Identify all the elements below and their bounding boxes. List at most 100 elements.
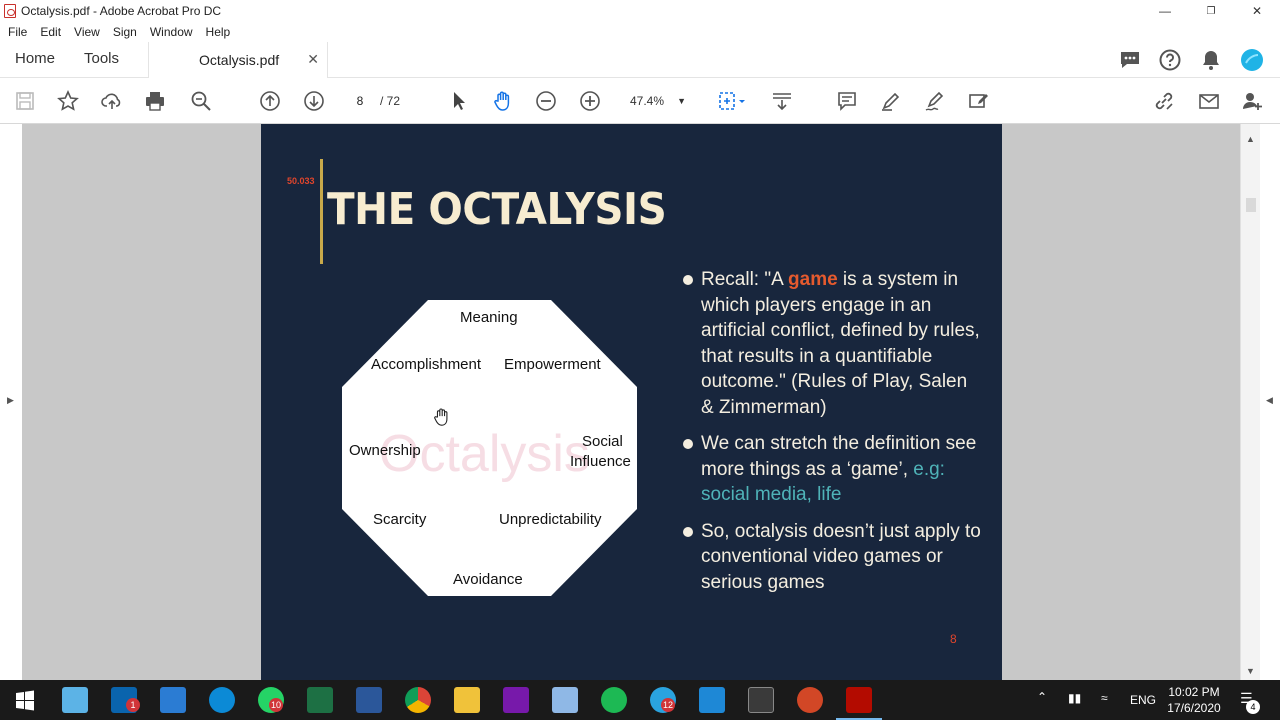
magnifier-icon bbox=[191, 91, 211, 111]
photos-app-icon[interactable] bbox=[62, 687, 88, 713]
tab-tools[interactable]: Tools bbox=[84, 50, 119, 67]
unity-icon[interactable] bbox=[748, 687, 774, 713]
document-viewer[interactable]: ▶ 50.033 THE OCTALYSIS Octalysis Meaning… bbox=[0, 124, 1280, 680]
signature-pen-icon bbox=[925, 91, 944, 111]
upload-button[interactable] bbox=[99, 88, 125, 114]
tray-chevron-up-icon[interactable]: ⌃ bbox=[1037, 690, 1047, 704]
zoom-out-button[interactable] bbox=[533, 88, 559, 114]
minus-circle-icon bbox=[536, 91, 556, 111]
add-user-button[interactable] bbox=[1239, 88, 1265, 114]
window-title: Octalysis.pdf - Adobe Acrobat Pro DC bbox=[21, 4, 222, 18]
print-button[interactable] bbox=[142, 88, 168, 114]
menu-sign[interactable]: Sign bbox=[113, 25, 137, 39]
fill-sign-button[interactable] bbox=[966, 88, 992, 114]
menu-edit[interactable]: Edit bbox=[40, 25, 61, 39]
expand-left-panel-icon[interactable]: ▶ bbox=[7, 395, 14, 406]
pen-highlight-icon bbox=[882, 92, 900, 111]
page-fit-button[interactable] bbox=[714, 88, 750, 114]
expand-right-panel-icon[interactable]: ◀ bbox=[1266, 395, 1273, 406]
minimize-button[interactable]: — bbox=[1142, 0, 1188, 22]
tab-document[interactable]: Octalysis.pdf ✕ bbox=[148, 42, 328, 78]
excel-icon[interactable] bbox=[307, 687, 333, 713]
comment-icon bbox=[838, 92, 856, 111]
bullet1-highlight: game bbox=[788, 269, 838, 290]
comment-bubble-icon[interactable] bbox=[1118, 48, 1142, 72]
bookmark-star-button[interactable] bbox=[55, 88, 81, 114]
help-icon[interactable] bbox=[1158, 48, 1182, 72]
octagon-label-avoidance: Avoidance bbox=[453, 571, 523, 588]
arrow-up-circle-icon bbox=[260, 91, 280, 111]
document-tab-label: Octalysis.pdf bbox=[199, 52, 280, 68]
window-controls: — ❐ ✕ bbox=[1142, 0, 1280, 22]
octagon-label-scarcity: Scarcity bbox=[373, 511, 427, 528]
previous-page-button[interactable] bbox=[257, 88, 283, 114]
acrobat-taskbar-icon[interactable] bbox=[846, 687, 872, 713]
arrow-down-circle-icon bbox=[304, 91, 324, 111]
telegram-badge: 12 bbox=[661, 698, 676, 712]
plus-circle-icon bbox=[580, 91, 600, 111]
onenote-icon[interactable] bbox=[503, 687, 529, 713]
battery-icon[interactable]: ▮▮ bbox=[1068, 691, 1081, 705]
title-accent-bar bbox=[320, 159, 323, 264]
vscode-icon[interactable] bbox=[699, 687, 725, 713]
notes-app-icon[interactable] bbox=[552, 687, 578, 713]
save-button[interactable] bbox=[12, 88, 38, 114]
wifi-icon[interactable]: ≈ bbox=[1101, 691, 1108, 705]
scrollbar-thumb[interactable] bbox=[1246, 198, 1256, 212]
word-icon[interactable] bbox=[356, 687, 382, 713]
scroll-up-icon[interactable]: ▲ bbox=[1246, 134, 1255, 144]
user-avatar-icon[interactable] bbox=[1240, 48, 1264, 72]
notification-bell-icon[interactable] bbox=[1199, 48, 1223, 72]
menu-window[interactable]: Window bbox=[150, 25, 193, 39]
language-indicator[interactable]: ENG bbox=[1130, 693, 1156, 707]
find-zoom-button[interactable] bbox=[188, 88, 214, 114]
edge-browser-icon[interactable] bbox=[209, 687, 235, 713]
calendar-app-icon[interactable] bbox=[160, 687, 186, 713]
mail-icon bbox=[1199, 94, 1219, 109]
close-tab-icon[interactable]: ✕ bbox=[307, 51, 319, 68]
scroll-mode-icon bbox=[773, 93, 791, 111]
menu-file[interactable]: File bbox=[8, 25, 27, 39]
page-number-input[interactable]: 8 bbox=[345, 91, 375, 111]
slide-bullet-list: Recall: "A game is a system in which pla… bbox=[681, 267, 981, 606]
menu-bar: File Edit View Sign Window Help bbox=[0, 22, 1280, 42]
bullet-stretch: We can stretch the definition see more t… bbox=[681, 431, 981, 508]
chevron-down-icon: ▼ bbox=[677, 96, 686, 106]
right-panel-strip: ◀ bbox=[1260, 124, 1280, 680]
edit-form-icon bbox=[969, 94, 988, 108]
close-window-button[interactable]: ✕ bbox=[1234, 0, 1280, 22]
windows-start-icon[interactable] bbox=[12, 687, 38, 713]
title-bar: Octalysis.pdf - Adobe Acrobat Pro DC — ❐… bbox=[0, 0, 1280, 22]
file-explorer-icon[interactable] bbox=[454, 687, 480, 713]
octagon-label-influence: Influence bbox=[570, 453, 631, 470]
highlight-button[interactable] bbox=[878, 88, 904, 114]
vertical-scrollbar[interactable]: ▲ ▼ bbox=[1240, 124, 1260, 680]
scroll-mode-button[interactable] bbox=[769, 88, 795, 114]
spotify-icon[interactable] bbox=[601, 687, 627, 713]
share-link-button[interactable] bbox=[1151, 88, 1177, 114]
hand-tool-button[interactable] bbox=[490, 88, 516, 114]
next-page-button[interactable] bbox=[301, 88, 327, 114]
email-button[interactable] bbox=[1196, 88, 1222, 114]
system-clock[interactable]: 10:02 PM 17/6/2020 bbox=[1164, 684, 1224, 716]
cursor-arrow-icon bbox=[454, 92, 465, 110]
slide-title: THE OCTALYSIS bbox=[327, 184, 667, 235]
sign-button[interactable] bbox=[922, 88, 948, 114]
toolbar: 8 / 72 47.4% ▼ bbox=[0, 78, 1280, 124]
zoom-level-select[interactable]: 47.4% ▼ bbox=[622, 91, 690, 111]
select-tool-button[interactable] bbox=[446, 88, 472, 114]
tab-home[interactable]: Home bbox=[15, 50, 55, 67]
zoom-in-button[interactable] bbox=[577, 88, 603, 114]
restore-button[interactable]: ❐ bbox=[1188, 0, 1234, 22]
bullet-octalysis: So, octalysis doesn’t just apply to conv… bbox=[681, 519, 981, 596]
pdf-page-slide: 50.033 THE OCTALYSIS Octalysis Meaning A… bbox=[261, 124, 1002, 680]
scroll-down-icon[interactable]: ▼ bbox=[1246, 666, 1255, 676]
powerpoint-icon[interactable] bbox=[797, 687, 823, 713]
chrome-icon[interactable] bbox=[405, 687, 431, 713]
whatsapp-badge: 10 bbox=[269, 698, 284, 712]
comment-button[interactable] bbox=[834, 88, 860, 114]
menu-help[interactable]: Help bbox=[206, 25, 231, 39]
hand-cursor-icon bbox=[434, 408, 448, 426]
star-icon bbox=[57, 90, 79, 111]
menu-view[interactable]: View bbox=[74, 25, 100, 39]
